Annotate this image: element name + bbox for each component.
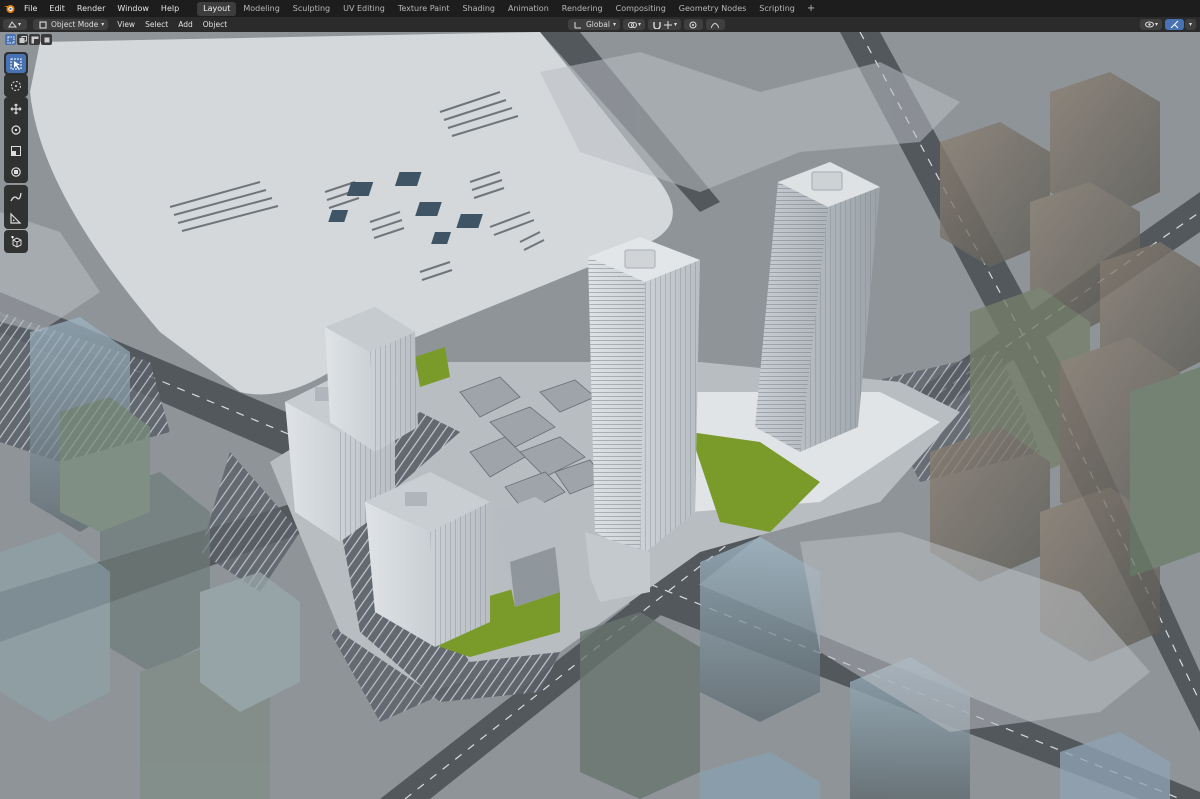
3d-viewport-icon (7, 19, 18, 30)
tab-modeling[interactable]: Modeling (237, 2, 285, 16)
select-subtract-icon[interactable] (29, 34, 40, 45)
tab-texture-paint[interactable]: Texture Paint (392, 2, 456, 16)
menu-edit[interactable]: Edit (43, 0, 71, 17)
pivot-dropdown[interactable]: ▾ (622, 19, 645, 30)
transform-icon[interactable] (6, 162, 26, 181)
chevron-down-icon: ▾ (101, 21, 105, 28)
chevron-down-icon: ▾ (1188, 21, 1192, 28)
select-new-icon[interactable] (5, 34, 16, 45)
toolbar-transform-group (4, 97, 28, 183)
select-intersect-icon[interactable] (41, 34, 52, 45)
add-cube-icon[interactable] (6, 232, 26, 251)
tab-rendering[interactable]: Rendering (556, 2, 609, 16)
mode-dropdown[interactable]: Object Mode ▾ (33, 19, 109, 30)
editor-type-button[interactable]: ▾ (3, 19, 27, 30)
tab-sculpting[interactable]: Sculpting (287, 2, 336, 16)
rotate-icon[interactable] (6, 120, 26, 139)
orientation-label: Global (586, 20, 610, 29)
transform-controls: Global ▾ ▾ ▾ (568, 19, 725, 30)
tab-scripting[interactable]: Scripting (753, 2, 801, 16)
object-mode-icon (37, 19, 48, 30)
pivot-icon (627, 19, 638, 30)
menu-view[interactable]: View (112, 20, 140, 29)
move-icon[interactable] (6, 99, 26, 118)
gizmo-dropdown[interactable]: ▾ (1184, 19, 1196, 30)
transform-orientation-dropdown[interactable]: Global ▾ (568, 19, 620, 30)
proportional-editing-toggle[interactable] (683, 19, 703, 30)
tab-animation[interactable]: Animation (502, 2, 555, 16)
proportional-editing-icon (688, 19, 699, 30)
toolbar-add-group (4, 230, 28, 253)
menu-add[interactable]: Add (173, 20, 198, 29)
orientation-icon (572, 19, 583, 30)
menu-file[interactable]: File (18, 0, 43, 17)
scale-icon[interactable] (6, 141, 26, 160)
tab-compositing[interactable]: Compositing (610, 2, 672, 16)
visibility-dropdown[interactable]: ▾ (1139, 19, 1162, 30)
cursor-icon[interactable] (6, 76, 26, 95)
tab-geometry-nodes[interactable]: Geometry Nodes (673, 2, 752, 16)
menu-object[interactable]: Object (198, 20, 232, 29)
tab-shading[interactable]: Shading (456, 2, 501, 16)
toolbar-cursor-group (4, 74, 28, 97)
snap-grid-icon (663, 19, 674, 30)
snap-toggle[interactable]: ▾ (647, 19, 681, 30)
menu-window[interactable]: Window (111, 0, 155, 17)
3d-viewport[interactable] (0, 32, 1200, 799)
selection-modes (5, 34, 52, 45)
tab-layout[interactable]: Layout (197, 1, 237, 16)
measure-icon[interactable] (6, 208, 26, 227)
chevron-down-icon: ▾ (637, 21, 641, 28)
viewport-header: ▾ Object Mode ▾ View Select Add Object G… (0, 17, 1200, 32)
toolbar-annotate-group (4, 185, 28, 229)
add-workspace-button[interactable]: + (802, 3, 820, 14)
blender-logo-icon[interactable] (0, 0, 18, 17)
chevron-down-icon: ▾ (612, 21, 616, 28)
mode-label: Object Mode (51, 20, 99, 29)
scene-render (0, 32, 1200, 799)
tab-uv-editing[interactable]: UV Editing (337, 2, 391, 16)
eye-icon (1144, 19, 1155, 30)
chevron-down-icon: ▾ (673, 21, 677, 28)
menu-render[interactable]: Render (71, 0, 111, 17)
chevron-down-icon: ▾ (1154, 21, 1158, 28)
menu-help[interactable]: Help (155, 0, 185, 17)
gizmo-toggle[interactable] (1164, 19, 1184, 30)
top-bar: File Edit Render Window Help Layout Mode… (0, 0, 1200, 17)
falloff-icon (710, 19, 721, 30)
select-box-icon[interactable] (6, 54, 26, 73)
menu-select[interactable]: Select (140, 20, 173, 29)
chevron-down-icon: ▾ (18, 21, 22, 28)
falloff-button[interactable] (705, 19, 725, 30)
select-extend-icon[interactable] (17, 34, 28, 45)
magnet-icon (652, 19, 663, 30)
gizmo-icon (1169, 19, 1180, 30)
annotate-icon[interactable] (6, 187, 26, 206)
toolbar-select-group (4, 52, 28, 75)
viewport-overlays: ▾ ▾ (1137, 19, 1196, 30)
